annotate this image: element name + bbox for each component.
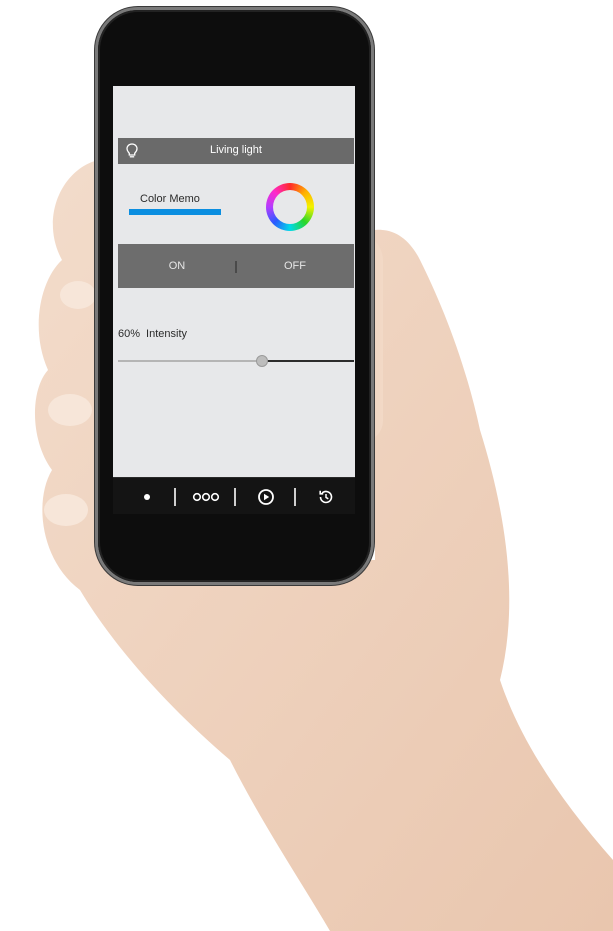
color-memo-label: Color Memo (140, 193, 200, 205)
power-toggle-group: ON OFF (118, 244, 354, 288)
intensity-label: Intensity (146, 328, 187, 340)
three-circles-icon (192, 492, 220, 501)
header-title: Living light (210, 144, 262, 156)
tab-play[interactable] (236, 478, 296, 514)
intensity-slider[interactable] (118, 355, 354, 367)
intensity-percent: 60% (118, 328, 141, 340)
intensity-label-row: 60% Intensity (118, 328, 187, 340)
on-button[interactable]: ON (118, 244, 236, 288)
play-circle-icon (258, 488, 274, 505)
color-memo-bar[interactable] (129, 209, 221, 215)
app-header: Living light (118, 138, 354, 164)
history-icon (319, 490, 333, 503)
color-wheel-icon[interactable] (266, 183, 314, 231)
tab-history[interactable] (296, 478, 355, 514)
tab-scenes[interactable] (176, 478, 236, 514)
slider-track-filled (118, 360, 263, 362)
off-button[interactable]: OFF (236, 244, 354, 288)
tab-dot[interactable] (117, 478, 177, 514)
phone-screen: Living light Color Memo ON OFF 60% Intens… (113, 86, 355, 514)
slider-track-empty (263, 360, 354, 362)
bottom-tab-bar (113, 477, 355, 514)
slider-thumb[interactable] (256, 355, 268, 367)
dot-icon (144, 493, 150, 500)
